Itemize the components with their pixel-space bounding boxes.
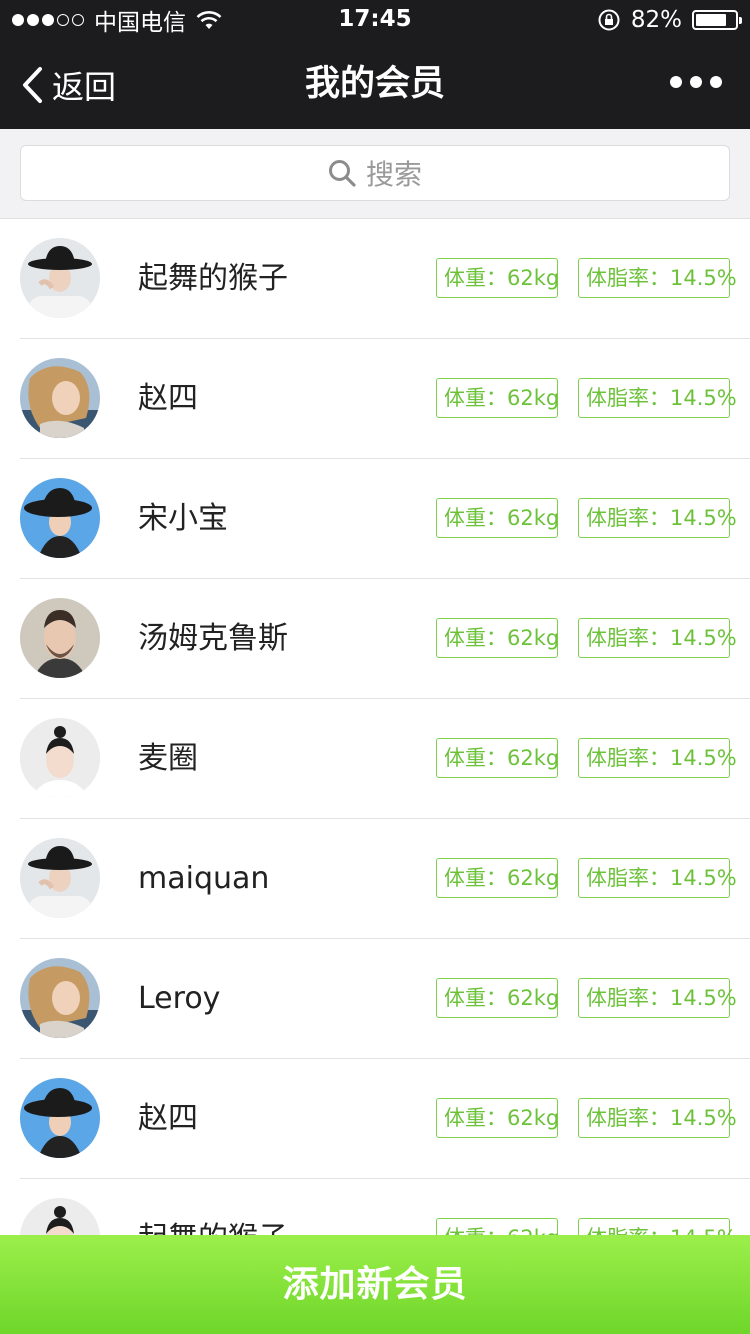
- navigation-bar: 返回 我的会员: [0, 40, 750, 129]
- weight-tag[interactable]: 体重：62kg: [436, 1218, 559, 1235]
- body-fat-tag[interactable]: 体脂率：14.5%: [578, 1218, 737, 1235]
- avatar: [20, 718, 100, 798]
- weight-tag[interactable]: 体重：62kg: [436, 1098, 559, 1138]
- member-name: 起舞的猴子: [138, 1179, 288, 1235]
- back-button[interactable]: 返回: [20, 40, 116, 129]
- search-bar-container: 搜索: [0, 129, 750, 219]
- avatar: [20, 1198, 100, 1235]
- weight-tag[interactable]: 体重：62kg: [436, 378, 559, 418]
- member-row[interactable]: Leroy 体重：62kg 体脂率：14.5%: [0, 939, 750, 1059]
- chevron-left-icon: [23, 66, 42, 103]
- member-list: 起舞的猴子 体重：62kg 体脂率：14.5% 赵四 体重：62kg 体脂率：14.5% 宋…: [0, 219, 750, 1235]
- avatar: [20, 838, 100, 918]
- member-row[interactable]: 起舞的猴子体重：62kg 体脂率：14.5%: [0, 1179, 750, 1235]
- member-row[interactable]: 起舞的猴子 体重：62kg 体脂率：14.5%: [0, 219, 750, 339]
- body-fat-tag[interactable]: 体脂率：14.5%: [578, 738, 737, 778]
- rotation-lock-icon: [598, 9, 620, 31]
- search-icon: [328, 160, 356, 187]
- weight-tag[interactable]: 体重：62kg: [436, 858, 559, 898]
- member-name: 麦圈: [138, 741, 198, 776]
- weight-tag[interactable]: 体重：62kg: [436, 618, 559, 658]
- weight-tag[interactable]: 体重：62kg: [436, 978, 559, 1018]
- member-name: Leroy: [138, 981, 221, 1016]
- member-row[interactable]: 麦圈 体重：62kg 体脂率：14.5%: [0, 699, 750, 819]
- back-label: 返回: [52, 67, 117, 106]
- member-name: maiquan: [138, 861, 270, 896]
- avatar: [20, 478, 100, 558]
- weight-tag[interactable]: 体重：62kg: [436, 498, 559, 538]
- member-row[interactable]: maiquan 体重：62kg 体脂率：14.5%: [0, 819, 750, 939]
- body-fat-tag[interactable]: 体脂率：14.5%: [578, 1098, 737, 1138]
- search-placeholder: 搜索: [365, 158, 422, 191]
- body-fat-tag[interactable]: 体脂率：14.5%: [578, 378, 737, 418]
- more-options-button[interactable]: [670, 76, 722, 88]
- member-name: 赵四: [138, 381, 198, 416]
- member-row[interactable]: 赵四 体重：62kg 体脂率：14.5%: [0, 339, 750, 459]
- body-fat-tag[interactable]: 体脂率：14.5%: [578, 498, 737, 538]
- member-row[interactable]: 宋小宝 体重：62kg 体脂率：14.5%: [0, 459, 750, 579]
- avatar: [20, 1078, 100, 1158]
- member-row[interactable]: 赵四 体重：62kg 体脂率：14.5%: [0, 1059, 750, 1179]
- search-input[interactable]: 搜索: [20, 145, 730, 201]
- body-fat-tag[interactable]: 体脂率：14.5%: [578, 978, 737, 1018]
- body-fat-tag[interactable]: 体脂率：14.5%: [578, 858, 737, 898]
- avatar: [20, 958, 100, 1038]
- member-name: 起舞的猴子: [138, 261, 288, 296]
- status-bar: 中国电信 17:45 82%: [0, 0, 750, 40]
- battery-percent: 82%: [630, 7, 682, 33]
- battery-icon: [692, 10, 742, 30]
- member-name: 赵四: [138, 1101, 198, 1136]
- weight-tag[interactable]: 体重：62kg: [436, 258, 559, 298]
- avatar: [20, 598, 100, 678]
- member-name: 汤姆克鲁斯: [138, 621, 288, 656]
- body-fat-tag[interactable]: 体脂率：14.5%: [578, 618, 737, 658]
- avatar: [20, 358, 100, 438]
- avatar: [20, 238, 100, 318]
- member-row[interactable]: 汤姆克鲁斯 体重：62kg 体脂率：14.5%: [0, 579, 750, 699]
- weight-tag[interactable]: 体重：62kg: [436, 738, 559, 778]
- member-name: 宋小宝: [138, 501, 228, 536]
- add-member-button[interactable]: 添加新会员: [0, 1235, 750, 1334]
- body-fat-tag[interactable]: 体脂率：14.5%: [578, 258, 737, 298]
